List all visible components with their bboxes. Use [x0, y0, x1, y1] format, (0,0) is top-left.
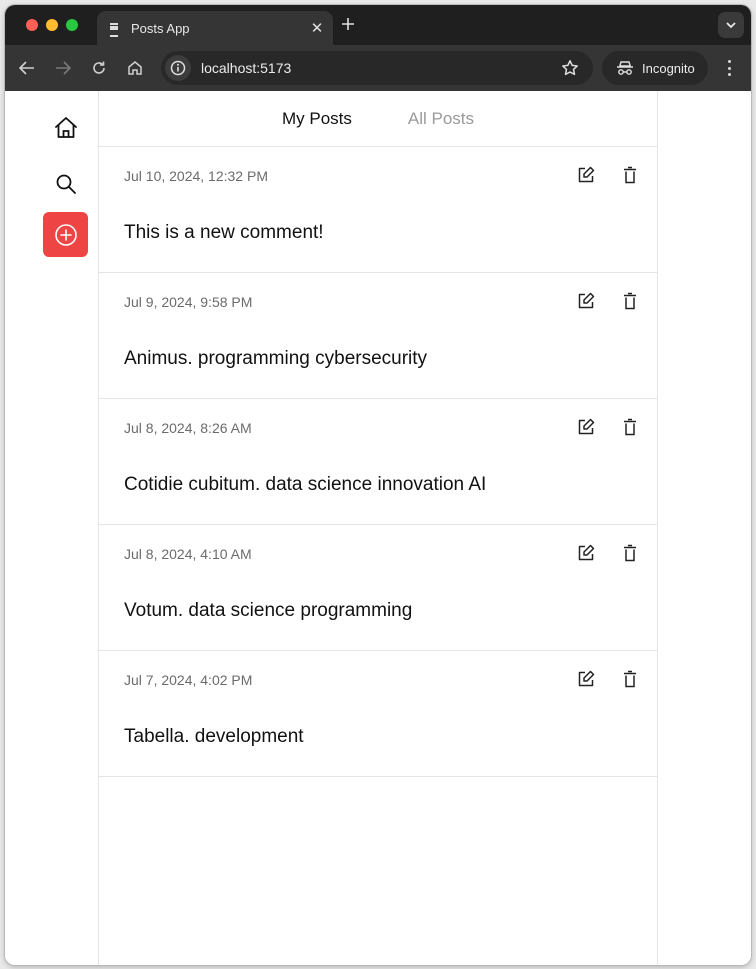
bookmark-button[interactable] — [557, 55, 583, 81]
edit-post-button[interactable] — [575, 416, 597, 438]
post-date: Jul 8, 2024, 8:26 AM — [124, 420, 252, 436]
trash-icon — [624, 544, 636, 562]
post-body: This is a new comment! — [124, 222, 324, 243]
post-item: Jul 9, 2024, 9:58 PM Animus. programming… — [99, 273, 657, 399]
post-body: Animus. programming cybersecurity — [124, 348, 428, 369]
address-bar[interactable]: localhost:5173 — [161, 51, 593, 85]
delete-post-button[interactable] — [619, 416, 641, 438]
post-body: Tabella. development — [124, 726, 304, 747]
post-item: Jul 8, 2024, 8:26 AM Cotidie cubitum. da… — [99, 399, 657, 525]
star-icon — [562, 60, 578, 76]
sidebar-item-home[interactable] — [43, 105, 88, 150]
home-button[interactable] — [123, 56, 147, 80]
post-body: Cotidie cubitum. data science innovation… — [124, 474, 487, 495]
app-page: My Posts All Posts Jul 10, 2024, 12:32 P… — [5, 91, 751, 965]
edit-post-button[interactable] — [575, 290, 597, 312]
post-item: Jul 7, 2024, 4:02 PM Tabella. developmen… — [99, 651, 657, 777]
tab-strip: Posts App ✕ — [5, 5, 751, 45]
post-list: Jul 10, 2024, 12:32 PM This is a new com… — [99, 147, 657, 777]
trash-icon — [624, 292, 636, 310]
plus-circle-icon — [54, 223, 77, 246]
chevron-down-icon — [726, 21, 736, 28]
incognito-indicator[interactable]: Incognito — [602, 51, 708, 85]
post-date: Jul 7, 2024, 4:02 PM — [124, 672, 253, 688]
sidebar — [5, 91, 99, 965]
sidebar-item-create-post[interactable] — [43, 212, 88, 257]
sidebar-item-search[interactable] — [43, 161, 88, 206]
browser-tab[interactable]: Posts App ✕ — [97, 11, 333, 45]
delete-post-button[interactable] — [619, 542, 641, 564]
post-date: Jul 8, 2024, 4:10 AM — [124, 546, 252, 562]
browser-menu-button[interactable] — [721, 58, 737, 78]
home-icon — [54, 116, 77, 138]
favicon-icon — [109, 22, 119, 37]
posts-tabs: My Posts All Posts — [99, 91, 657, 147]
close-window-button[interactable] — [26, 19, 38, 31]
reload-icon — [93, 61, 105, 74]
browser-window: Posts App ✕ localhost:5173 Incognito My … — [5, 5, 751, 965]
tab-search-button[interactable] — [718, 12, 744, 38]
trash-icon — [624, 670, 636, 688]
trash-icon — [624, 166, 636, 184]
info-icon — [170, 60, 186, 76]
tab-all-posts[interactable]: All Posts — [408, 109, 474, 129]
new-tab-button[interactable] — [338, 16, 358, 36]
site-info-button[interactable] — [165, 55, 191, 81]
home-icon — [128, 61, 142, 75]
edit-post-button[interactable] — [575, 164, 597, 186]
tab-title: Posts App — [131, 20, 190, 36]
edit-icon — [578, 418, 595, 435]
back-button[interactable] — [15, 56, 39, 80]
arrow-left-icon — [19, 61, 34, 75]
edit-post-button[interactable] — [575, 668, 597, 690]
arrow-right-icon — [56, 61, 71, 75]
forward-button[interactable] — [51, 56, 75, 80]
url-text[interactable]: localhost:5173 — [201, 60, 557, 76]
kebab-dot — [727, 66, 731, 70]
posts-panel: My Posts All Posts Jul 10, 2024, 12:32 P… — [99, 91, 658, 965]
delete-post-button[interactable] — [619, 290, 641, 312]
plus-icon — [342, 18, 354, 30]
browser-toolbar: localhost:5173 Incognito — [5, 45, 751, 91]
maximize-window-button[interactable] — [66, 19, 78, 31]
edit-icon — [578, 292, 595, 309]
kebab-icon — [727, 60, 731, 63]
kebab-dot — [727, 73, 731, 76]
reload-button[interactable] — [87, 56, 111, 80]
incognito-label: Incognito — [642, 60, 695, 76]
minimize-window-button[interactable] — [46, 19, 58, 31]
delete-post-button[interactable] — [619, 164, 641, 186]
post-date: Jul 9, 2024, 9:58 PM — [124, 294, 253, 310]
edit-icon — [578, 544, 595, 561]
post-date: Jul 10, 2024, 12:32 PM — [124, 168, 268, 184]
search-icon — [56, 174, 76, 194]
post-item: Jul 10, 2024, 12:32 PM This is a new com… — [99, 147, 657, 273]
post-body: Votum. data science programming — [124, 600, 413, 621]
trash-icon — [624, 418, 636, 436]
post-item: Jul 8, 2024, 4:10 AM Votum. data science… — [99, 525, 657, 651]
delete-post-button[interactable] — [619, 668, 641, 690]
tab-my-posts[interactable]: My Posts — [282, 109, 352, 129]
incognito-icon — [617, 61, 633, 75]
edit-icon — [578, 166, 595, 183]
edit-icon — [578, 670, 595, 687]
edit-post-button[interactable] — [575, 542, 597, 564]
close-icon[interactable]: ✕ — [307, 18, 327, 38]
